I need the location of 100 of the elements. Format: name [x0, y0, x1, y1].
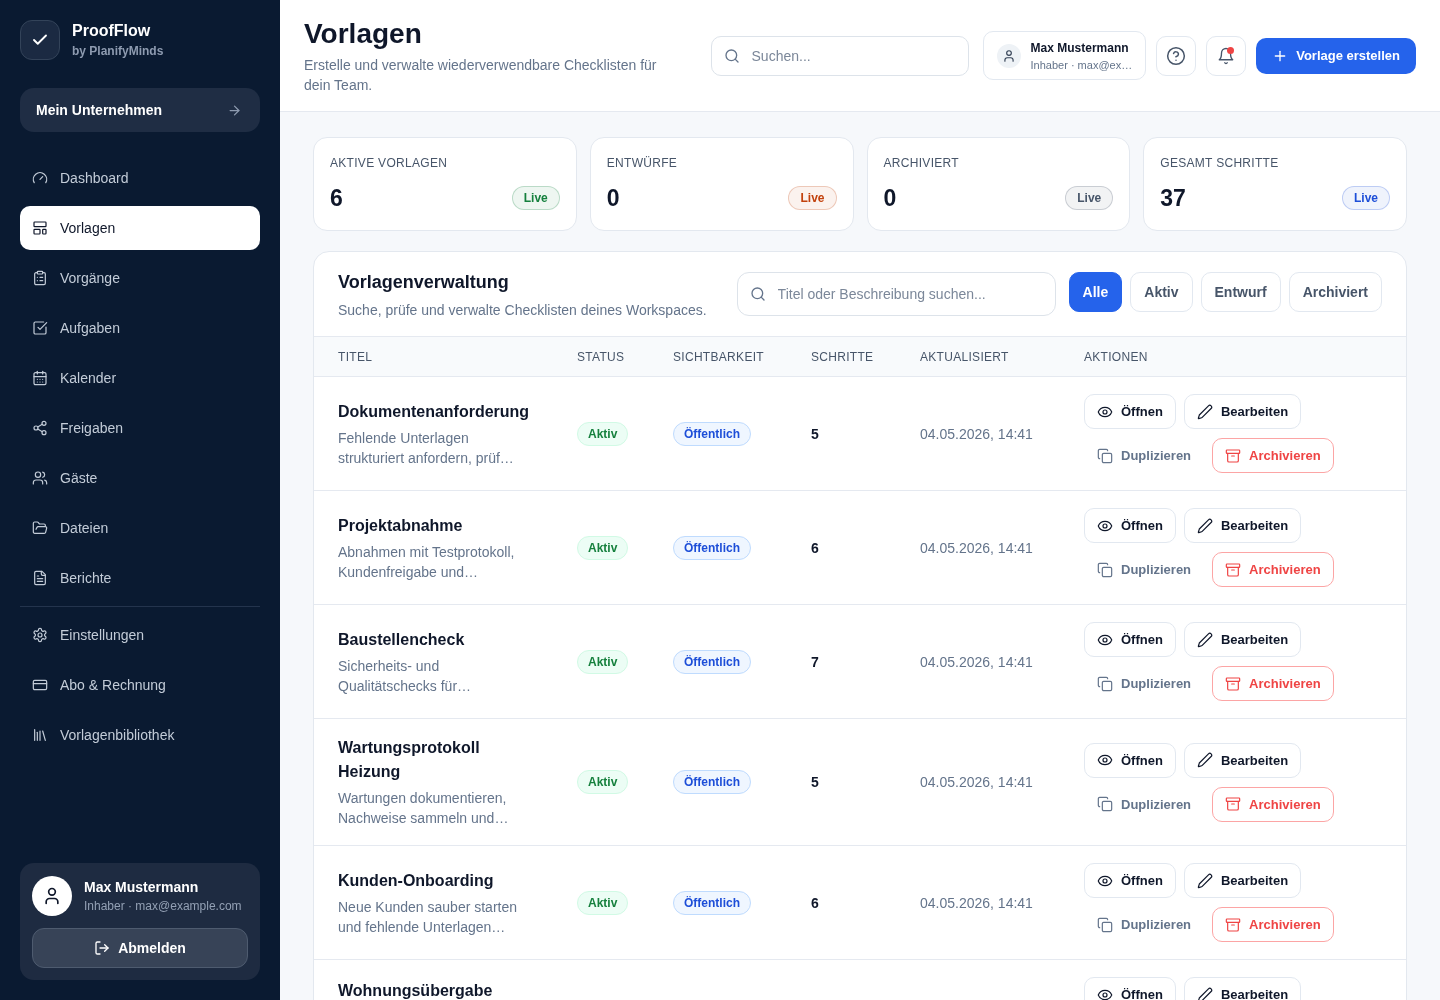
open-button[interactable]: Öffnen — [1084, 742, 1176, 778]
column-header: AKTIONEN — [1084, 349, 1149, 364]
nav-item[interactable]: Berichte — [20, 556, 260, 600]
visibility-badge: Öffentlich — [673, 649, 751, 674]
nav-item[interactable]: Kalender — [20, 356, 260, 400]
open-button[interactable]: Öffnen — [1084, 622, 1176, 657]
archive-icon — [1225, 796, 1242, 812]
open-button[interactable]: Öffnen — [1084, 394, 1176, 429]
copy-icon — [1097, 675, 1113, 692]
template-title: Dokumentenanforderung — [338, 401, 531, 422]
step-count: 6 — [811, 894, 819, 911]
archive-icon — [1225, 916, 1242, 933]
nav-item[interactable]: Dateien — [20, 506, 260, 550]
eye-icon — [1097, 752, 1113, 768]
archive-icon — [1225, 447, 1242, 464]
edit-button[interactable]: Bearbeiten — [1183, 977, 1302, 1000]
step-count: 7 — [811, 653, 819, 670]
filter-button[interactable]: Aktiv — [1130, 272, 1193, 312]
step-count: 5 — [811, 425, 819, 442]
filter-button[interactable]: Archiviert — [1288, 272, 1382, 312]
user-name: Max Mustermann — [84, 878, 200, 896]
pencil-icon — [1196, 517, 1213, 534]
workspace-button[interactable]: Mein Unternehmen — [20, 88, 260, 132]
stat-label: ARCHIVIERT — [883, 155, 960, 171]
filter-button[interactable]: Alle — [1068, 272, 1123, 312]
create-template-button[interactable]: Vorlage erstellen — [1256, 37, 1416, 74]
edit-button[interactable]: Bearbeiten — [1183, 742, 1302, 778]
logout-button[interactable]: Abmelden — [32, 928, 248, 968]
help-button[interactable] — [1156, 35, 1197, 76]
stat-label: AKTIVE VORLAGEN — [330, 155, 449, 171]
updated-date: 04.05.2026, 14:41 — [920, 425, 1033, 442]
edit-button[interactable]: Bearbeiten — [1183, 622, 1302, 657]
template-title: Wohnungsübergabe — [338, 981, 494, 1000]
notifications-button[interactable] — [1206, 35, 1247, 76]
page-subtitle: Erstelle und verwalte wiederverwendbare Checklisten für dein Team. — [304, 55, 658, 95]
template-title: Kunden-Onboarding — [338, 870, 495, 891]
template-description: Neue Kunden sauber starten und fehlende Unterlagen… — [338, 897, 518, 937]
edit-button[interactable]: Bearbeiten — [1183, 394, 1302, 429]
nav-item[interactable]: Vorlagen — [20, 206, 260, 250]
search-field[interactable]: Suchen... — [710, 35, 969, 76]
step-count: 5 — [811, 774, 819, 790]
checkbox-icon — [32, 320, 48, 336]
copy-icon — [1097, 447, 1113, 464]
nav-item[interactable]: Abo & Rechnung — [20, 663, 260, 707]
live-badge: Live — [1342, 186, 1390, 210]
avatar-icon — [32, 876, 72, 916]
archive-button[interactable]: Archivieren — [1212, 666, 1334, 701]
nav-item[interactable]: Dashboard — [20, 156, 260, 200]
open-button[interactable]: Öffnen — [1084, 977, 1176, 1000]
pencil-icon — [1196, 872, 1213, 889]
open-button[interactable]: Öffnen — [1084, 863, 1176, 898]
updated-date: 04.05.2026, 14:41 — [920, 894, 1033, 911]
nav-item[interactable]: Aufgaben — [20, 306, 260, 350]
panel-subtitle: Suche, prüfe und verwalte Checklisten deines Workspaces. — [338, 301, 708, 320]
stat-value: 0 — [606, 184, 620, 212]
edit-button[interactable]: Bearbeiten — [1183, 863, 1302, 898]
nav-item[interactable]: Vorlagenbibliothek — [20, 713, 260, 757]
column-header: TITEL — [338, 349, 374, 364]
copy-icon — [1097, 916, 1113, 933]
filter-button[interactable]: Entwurf — [1200, 272, 1281, 312]
status-badge: Aktiv — [577, 890, 629, 915]
stat-value: 0 — [883, 184, 897, 212]
nav-item[interactable]: Vorgänge — [20, 256, 260, 300]
copy-icon — [1097, 796, 1113, 812]
help-icon — [1166, 45, 1187, 66]
archive-button[interactable]: Archivieren — [1212, 786, 1334, 822]
live-badge: Live — [788, 186, 837, 210]
logout-icon — [94, 940, 111, 956]
pencil-icon — [1196, 631, 1213, 648]
nav-item[interactable]: Einstellungen — [20, 613, 260, 657]
pencil-icon — [1196, 986, 1213, 1000]
nav-item[interactable]: Gäste — [20, 456, 260, 500]
logo-icon — [20, 20, 60, 60]
column-header: AKTUALISIERT — [920, 349, 1010, 364]
user-menu[interactable]: Max Mustermann Inhaber · max@ex… — [982, 31, 1147, 80]
copy-icon — [1097, 561, 1113, 578]
nav-item[interactable]: Freigaben — [20, 406, 260, 450]
visibility-badge: Öffentlich — [673, 421, 751, 446]
stat-value: 6 — [330, 184, 343, 212]
calendar-icon — [32, 370, 48, 386]
visibility-badge: Öffentlich — [673, 535, 751, 560]
visibility-badge: Öffentlich — [673, 890, 751, 915]
status-badge: Aktiv — [577, 421, 629, 446]
archive-button[interactable]: Archivieren — [1212, 438, 1334, 473]
stat-value: 37 — [1160, 184, 1186, 212]
edit-button[interactable]: Bearbeiten — [1183, 508, 1302, 543]
open-button[interactable]: Öffnen — [1084, 508, 1176, 543]
search-icon — [723, 47, 740, 64]
updated-date: 04.05.2026, 14:41 — [920, 653, 1033, 670]
app-byline: by PlanifyMinds — [72, 43, 164, 59]
search-field[interactable]: Titel oder Beschreibung suchen... — [736, 272, 1056, 316]
credit-card-icon — [32, 677, 48, 693]
archive-button[interactable]: Archivieren — [1212, 552, 1334, 587]
folder-icon — [32, 520, 48, 536]
archive-button[interactable]: Archivieren — [1212, 907, 1334, 942]
stat-label: GESAMT SCHRITTE — [1160, 155, 1280, 171]
share-icon — [32, 420, 48, 436]
column-header: STATUS — [577, 349, 626, 364]
page-title: Vorlagen — [304, 16, 423, 51]
panel-title: Vorlagenverwaltung — [338, 271, 510, 294]
